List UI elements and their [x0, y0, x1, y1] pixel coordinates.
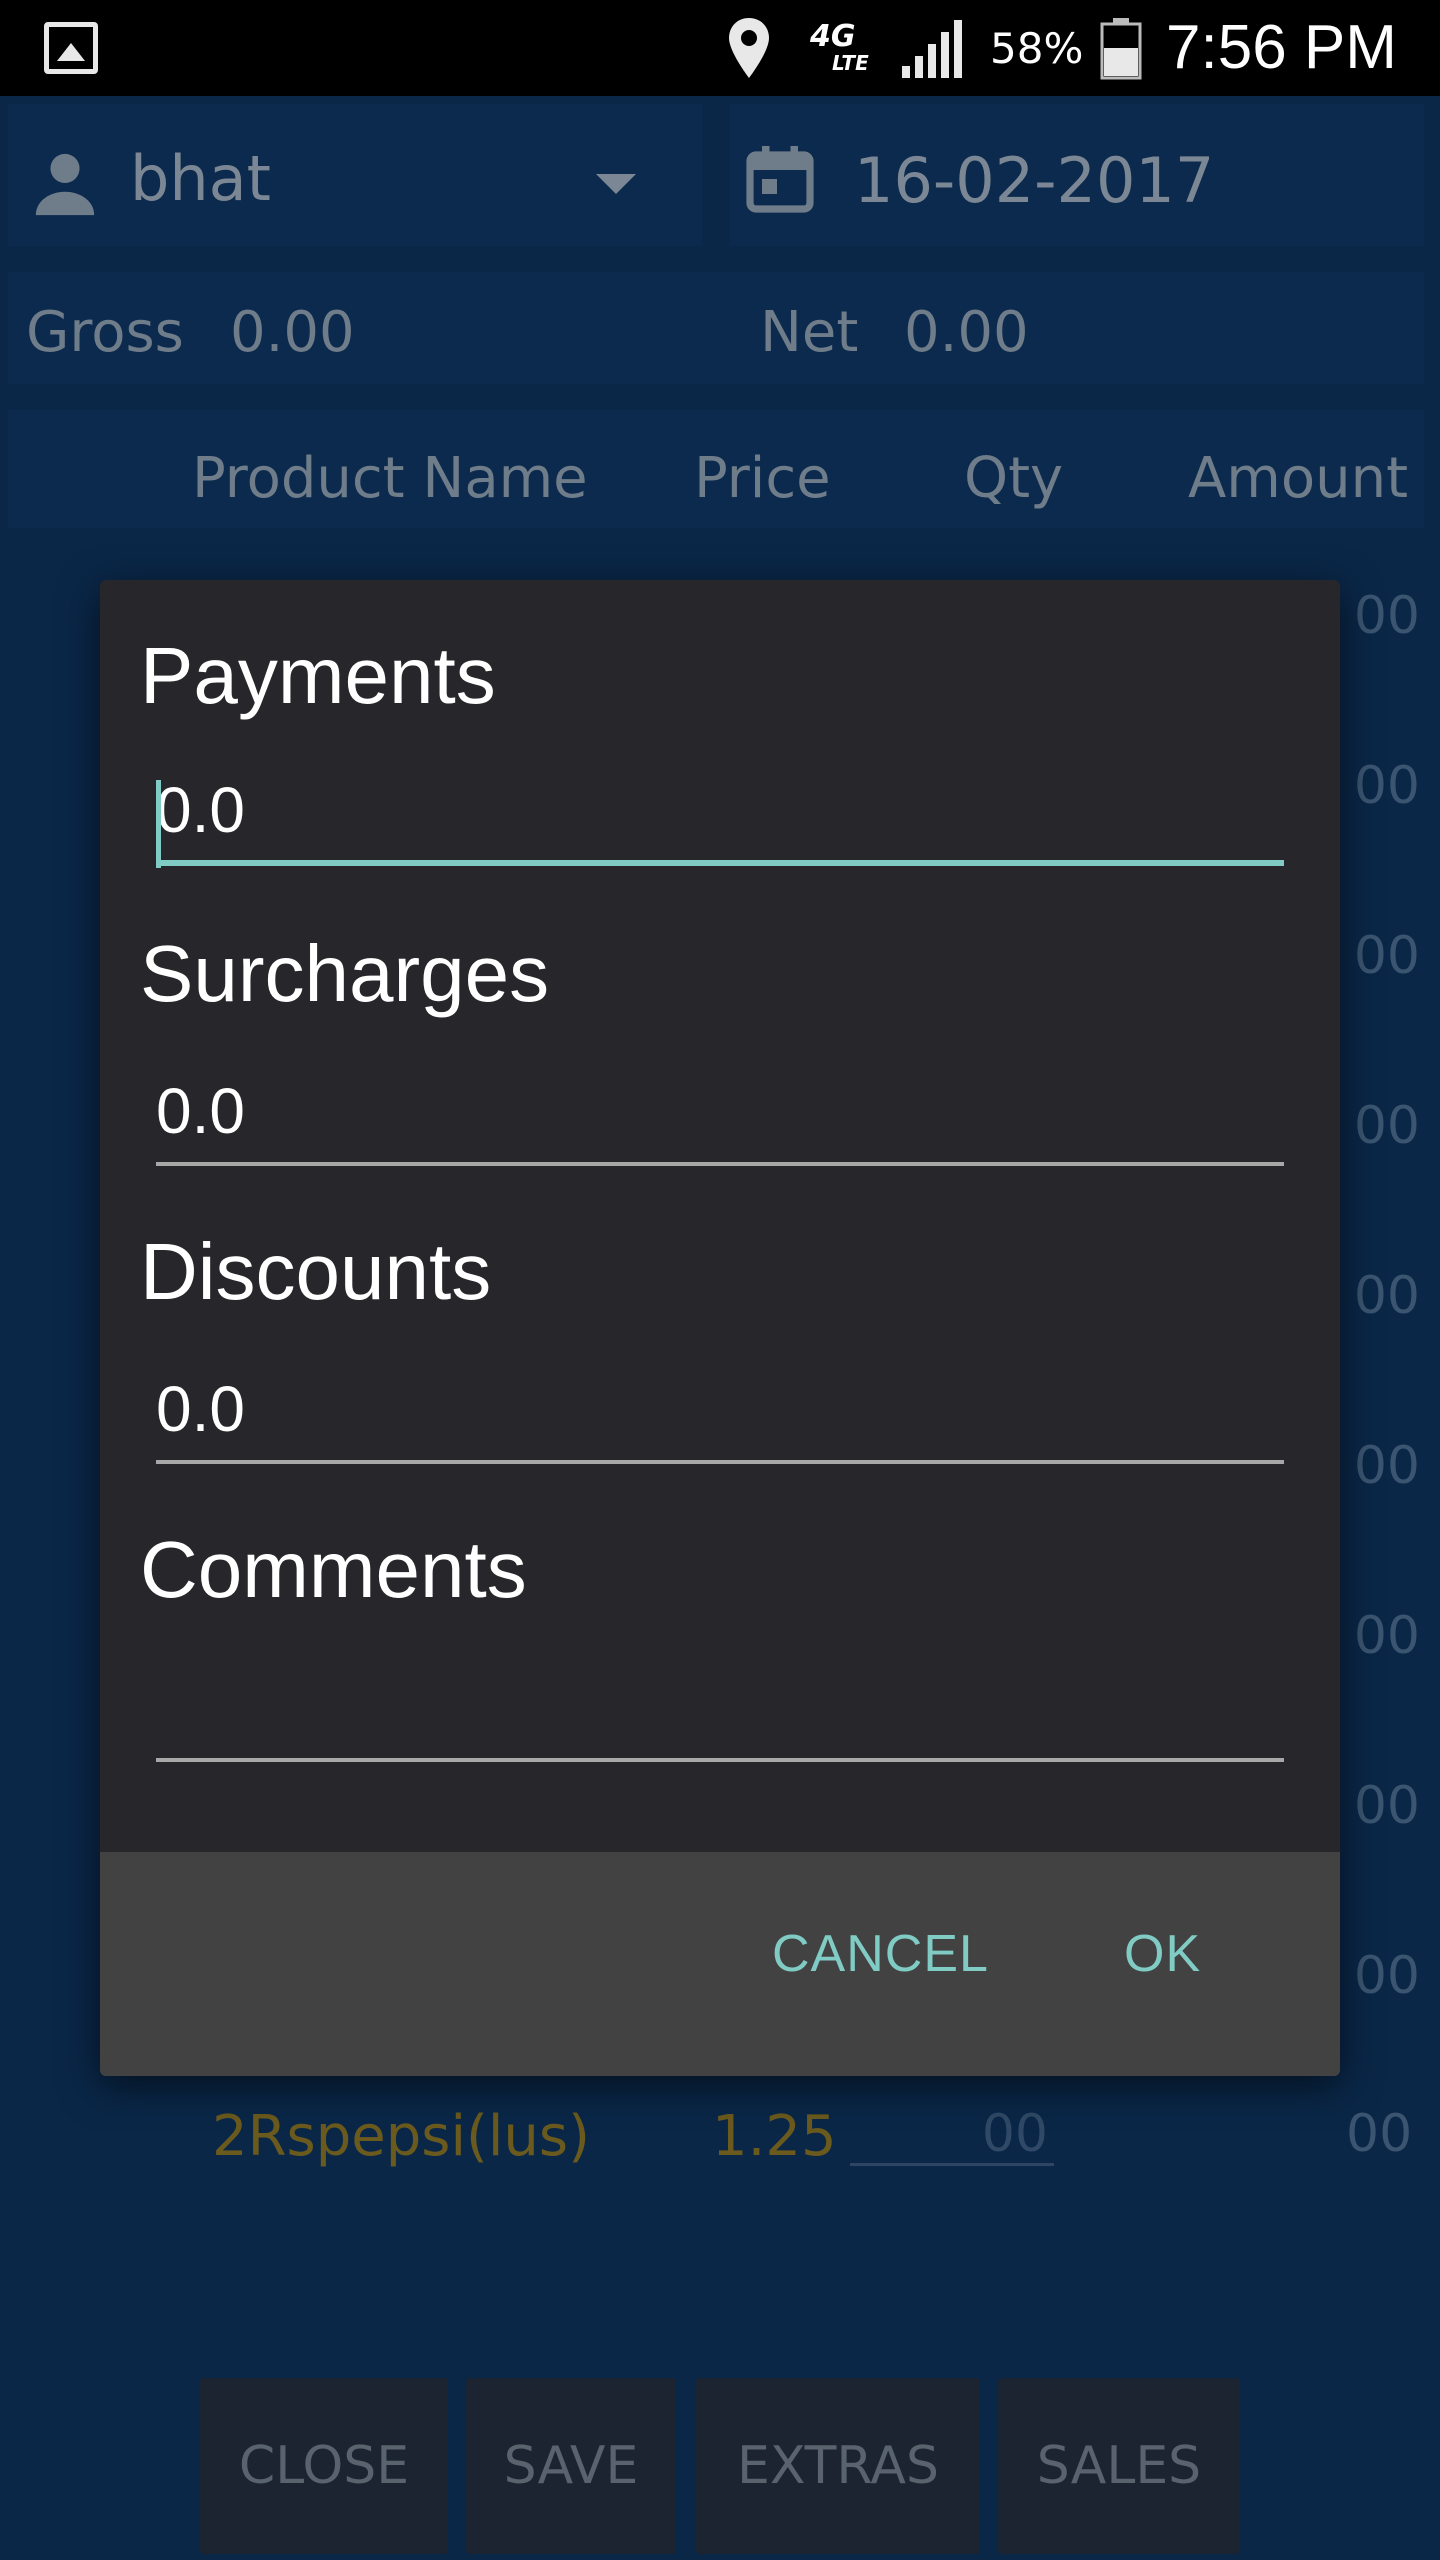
dialog-actions: CANCEL OK: [100, 1852, 1340, 2076]
location-icon: [729, 18, 769, 78]
ok-button[interactable]: OK: [1124, 1924, 1201, 1984]
signal-icon: [902, 20, 962, 78]
gallery-icon: [44, 22, 98, 74]
comments-input[interactable]: [156, 1662, 1284, 1762]
surcharges-input[interactable]: [156, 1066, 1284, 1166]
battery-icon: [1100, 18, 1142, 80]
status-bar: 4G LTE 58% 7:56 PM: [0, 0, 1440, 96]
extras-dialog: Payments Surcharges Discounts Comments C…: [100, 580, 1340, 2076]
lte-icon: 4G LTE: [810, 19, 869, 75]
payments-input[interactable]: [156, 766, 1284, 866]
cancel-button[interactable]: CANCEL: [772, 1924, 989, 1984]
text-cursor: [156, 780, 161, 868]
surcharges-label: Surcharges: [140, 929, 550, 1018]
discounts-label: Discounts: [140, 1227, 492, 1316]
battery-percent: 58%: [990, 24, 1084, 73]
payments-label: Payments: [140, 631, 496, 720]
discounts-input[interactable]: [156, 1364, 1284, 1464]
comments-label: Comments: [140, 1525, 527, 1614]
clock: 7:56 PM: [1166, 13, 1397, 82]
